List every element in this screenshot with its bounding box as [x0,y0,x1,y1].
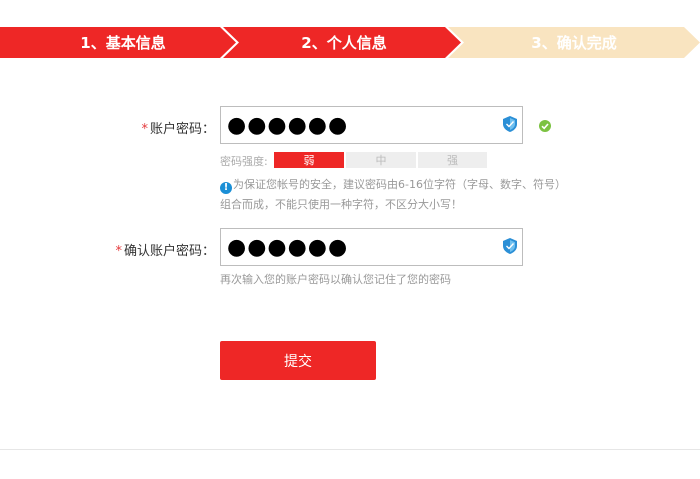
password-tip-line2: 组合而成，不能只使用一种字符，不区分大小写！ [220,198,462,211]
shield-icon [503,116,517,132]
confirm-password-label: * 确认账户密码： [115,244,215,259]
step-progress-bar: 1、基本信息 2、个人信息 3、确认完成 [0,27,700,58]
step-label: 1、基本信息 [80,34,166,52]
strength-medium: 中 [346,152,416,168]
confirm-password-tip: 再次输入您的账户密码以确认您记住了您的密码 [220,273,451,286]
info-icon: ! [220,182,232,194]
required-mark: * [141,122,148,137]
password-label: * 账户密码： [141,122,215,137]
strength-strong: 强 [418,152,487,168]
confirm-password-field[interactable] [220,228,523,266]
submit-button[interactable]: 提交 [220,341,376,380]
step-label: 3、确认完成 [531,34,617,52]
step-label: 2、个人信息 [301,34,387,52]
password-field[interactable] [220,106,523,144]
confirm-password-input[interactable] [227,234,497,260]
password-tip-line1: ! 为保证您帐号的安全，建议密码由6-16位字符（字母、数字、符号） [220,176,566,194]
step-personal-info: 2、个人信息 [223,27,461,58]
required-mark: * [115,244,122,259]
password-input[interactable] [227,112,497,138]
strength-weak: 弱 [274,152,344,168]
divider [0,449,700,450]
step-confirm-complete: 3、确认完成 [448,27,700,58]
strength-label: 密码强度: [220,155,268,168]
check-circle-icon [539,120,551,132]
step-basic-info: 1、基本信息 [0,27,236,58]
shield-icon [503,238,517,254]
